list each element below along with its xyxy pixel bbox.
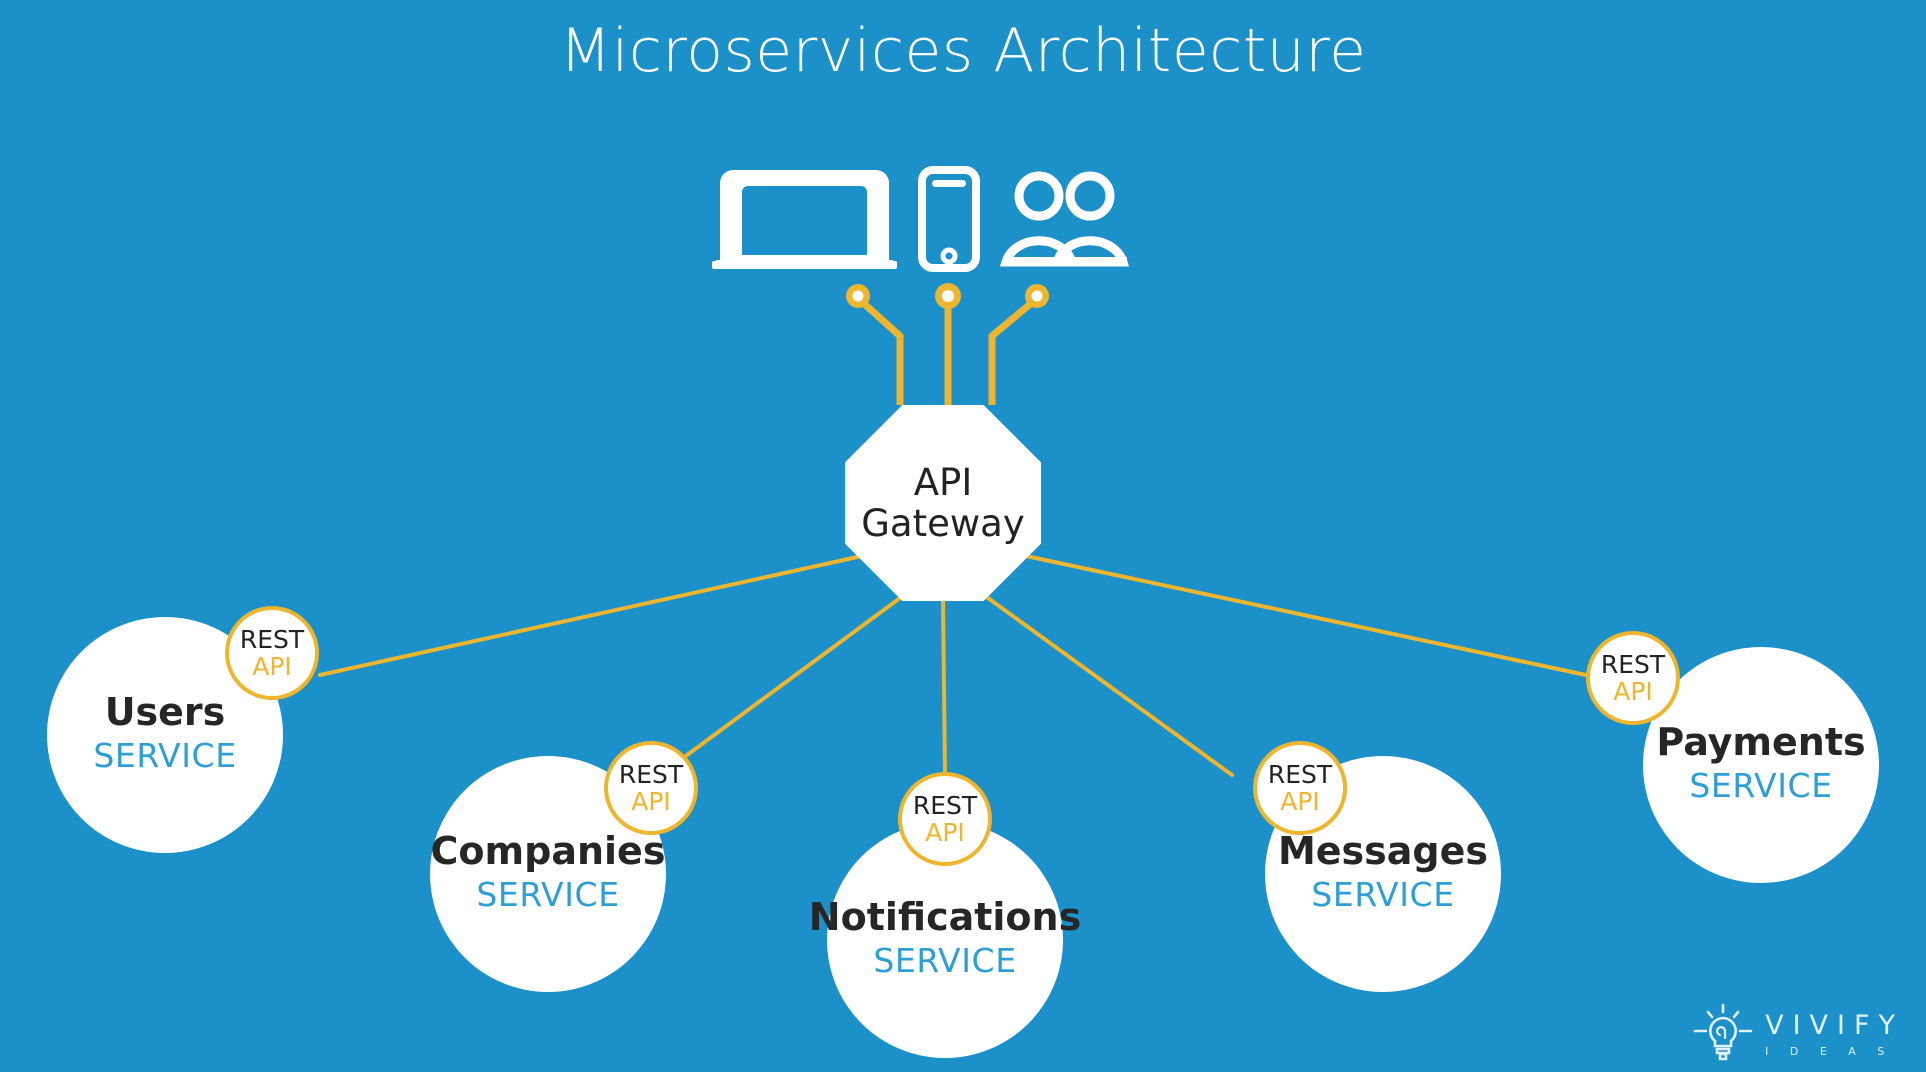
badge-top-messages: REST — [1267, 760, 1333, 789]
badge-top-users: REST — [239, 625, 305, 654]
badge-top-notifications: REST — [912, 791, 978, 820]
rest-api-badge-companies[interactable]: REST API — [604, 741, 698, 835]
logo-text-group: VIVIFY I D E A S — [1765, 1012, 1904, 1057]
client-connector-users — [988, 297, 1038, 405]
badge-bottom-messages: API — [1280, 787, 1320, 816]
smartphone-icon — [918, 166, 980, 272]
logo-primary-text: VIVIFY — [1765, 1009, 1904, 1041]
rest-api-badge-payments[interactable]: REST API — [1586, 631, 1680, 725]
service-kind-payments: SERVICE — [1689, 766, 1833, 806]
diagram-canvas: Microservices Architecture API Gateway U… — [0, 0, 1926, 1072]
service-name-payments: Payments — [1656, 720, 1866, 765]
badge-bottom-companies: API — [631, 787, 671, 816]
badge-bottom-notifications: API — [925, 818, 965, 847]
client-connector-dots — [846, 283, 1049, 309]
badge-bottom-users: API — [252, 652, 292, 681]
logo-secondary-text: I D E A S — [1765, 1044, 1894, 1058]
client-connector-laptop — [857, 297, 904, 405]
service-kind-notifications: SERVICE — [873, 941, 1017, 981]
service-name-notifications: Notifications — [808, 895, 1082, 940]
service-kind-messages: SERVICE — [1311, 875, 1455, 915]
badge-top-companies: REST — [618, 760, 684, 789]
laptop-icon — [712, 170, 897, 269]
service-name-messages: Messages — [1277, 829, 1489, 874]
rest-api-badge-users[interactable]: REST API — [225, 606, 319, 700]
service-name-companies: Companies — [430, 829, 666, 874]
lightbulb-icon — [1693, 1003, 1753, 1061]
gateway-line-1: API — [913, 460, 973, 504]
service-kind-users: SERVICE — [93, 736, 237, 776]
badge-bottom-payments: API — [1613, 677, 1653, 706]
rest-api-badge-notifications[interactable]: REST API — [898, 772, 992, 866]
rest-api-badge-messages[interactable]: REST API — [1253, 741, 1347, 835]
service-name-users: Users — [104, 690, 226, 735]
gateway-line-2: Gateway — [861, 502, 1025, 545]
service-kind-companies: SERVICE — [476, 875, 620, 915]
users-icon — [999, 171, 1130, 267]
badge-top-payments: REST — [1600, 650, 1666, 679]
api-gateway-node[interactable]: API Gateway — [845, 405, 1041, 601]
brand-logo: VIVIFY I D E A S — [1687, 1002, 1904, 1066]
